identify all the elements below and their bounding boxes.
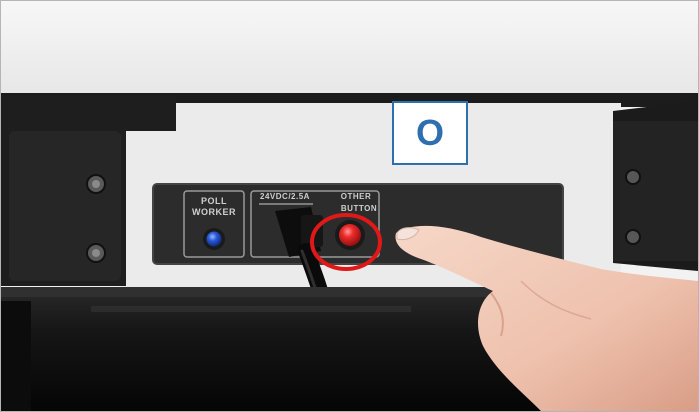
power-label: 24VDC/2.5A	[260, 192, 310, 201]
poll-worker-label-line1: POLL	[201, 196, 227, 206]
photo-illustration: POLL WORKER 24VDC/2.5A OTHER BUTTON	[1, 1, 698, 411]
other-label-line2: BUTTON	[341, 204, 377, 213]
device-photo: POLL WORKER 24VDC/2.5A OTHER BUTTON O	[0, 0, 699, 412]
callout-label-o: O	[392, 101, 468, 165]
poll-worker-label-line2: WORKER	[192, 207, 236, 217]
other-label-line1: OTHER	[341, 192, 372, 201]
red-button	[339, 224, 361, 246]
blue-button	[206, 231, 222, 247]
